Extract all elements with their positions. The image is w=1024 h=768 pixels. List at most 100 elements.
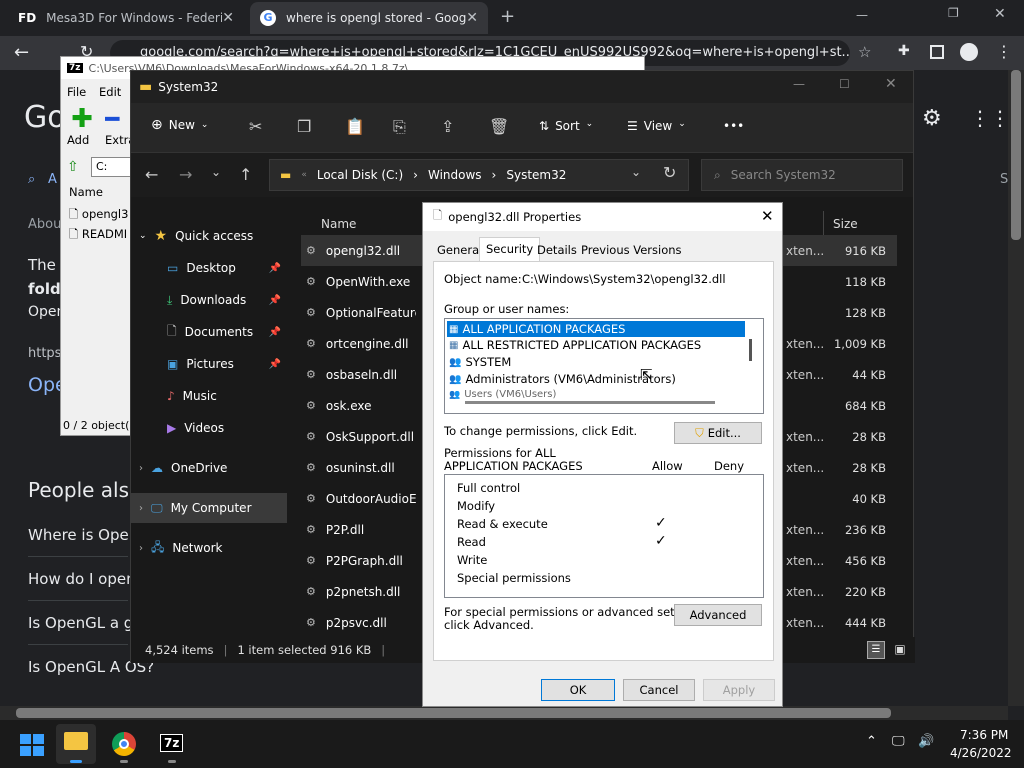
sevenzip-file-row[interactable]: 🗋 READMI: [69, 227, 127, 246]
forward-arrow-icon[interactable]: →: [179, 165, 192, 184]
nav-downloads[interactable]: ⤓ Downloads 📌: [131, 285, 287, 315]
bookmark-star-icon[interactable]: ☆: [858, 43, 871, 61]
chrome-tab-mesa[interactable]: FD Mesa3D For Windows - Federico ✕: [8, 2, 244, 34]
nav-desktop[interactable]: ▭ Desktop 📌: [131, 253, 287, 283]
search-tab-all-icon[interactable]: ⌕: [28, 172, 35, 187]
clock-date[interactable]: 4/26/2022: [950, 746, 1012, 760]
rename-icon[interactable]: ⎘: [393, 117, 406, 137]
col-divider[interactable]: [823, 211, 824, 235]
breadcrumb-windows[interactable]: Windows: [428, 168, 482, 182]
pin-icon[interactable]: 📌: [269, 295, 281, 306]
file-row[interactable]: ⚙ opengl32.dll xten... 916 KB: [306, 235, 902, 266]
minimize-button[interactable]: —: [856, 8, 868, 22]
sevenzip-col-name[interactable]: Name: [69, 185, 103, 199]
up-arrow-icon[interactable]: ↑: [239, 165, 252, 184]
ok-button[interactable]: OK: [541, 679, 615, 701]
taskbar-explorer-button[interactable]: [56, 724, 96, 764]
sevenzip-menu-file[interactable]: File: [67, 85, 86, 99]
network-status-icon[interactable]: 🖵: [892, 734, 905, 749]
file-row[interactable]: ⚙ p2psvc.dll xten... 444 KB: [306, 607, 902, 638]
file-row[interactable]: ⚙ OpenWith.exe 118 KB: [306, 266, 902, 297]
file-row[interactable]: ⚙ p2pnetsh.dll xten... 220 KB: [306, 576, 902, 607]
explorer-minimize-button[interactable]: —: [793, 77, 805, 91]
nav-documents[interactable]: 🗋 Documents 📌: [131, 317, 287, 347]
delete-icon[interactable]: 🗑: [489, 117, 509, 136]
col-header-size[interactable]: Size: [833, 217, 858, 231]
nav-videos[interactable]: ▶ Videos: [131, 413, 287, 443]
new-button[interactable]: ⊕ New ⌄: [151, 117, 208, 133]
taskbar-chrome-button[interactable]: [104, 724, 144, 764]
pin-icon[interactable]: 📌: [269, 327, 281, 338]
close-icon[interactable]: ✕: [222, 10, 234, 26]
file-row[interactable]: ⚙ OptionalFeatures. 128 KB: [306, 297, 902, 328]
copy-icon[interactable]: ❐: [297, 117, 311, 136]
file-row[interactable]: ⚙ OskSupport.dll xten... 28 KB: [306, 421, 902, 452]
sidepanel-icon[interactable]: [930, 45, 944, 59]
paa-question-1[interactable]: Where is Open: [28, 526, 138, 544]
close-button[interactable]: ✕: [994, 6, 1006, 22]
sevenzip-path-field[interactable]: C:: [91, 157, 135, 177]
cut-icon[interactable]: ✂: [249, 117, 262, 136]
search-box[interactable]: ⌕ Search System32: [701, 159, 903, 191]
paa-question-3[interactable]: Is OpenGL a g: [28, 614, 133, 632]
extensions-icon[interactable]: ✚: [898, 43, 910, 59]
scrollbar-thumb[interactable]: [1011, 70, 1021, 240]
sevenzip-extract-button[interactable]: ━ Extra: [105, 107, 133, 147]
start-windows-icon[interactable]: [20, 734, 44, 756]
file-row[interactable]: ⚙ osuninst.dll xten... 28 KB: [306, 452, 902, 483]
breadcrumb-system32[interactable]: System32: [506, 168, 566, 182]
sevenzip-add-button[interactable]: ✚ Add: [67, 106, 97, 147]
pin-icon[interactable]: 📌: [269, 263, 281, 274]
recent-locations-icon[interactable]: ⌄: [211, 165, 221, 179]
address-breadcrumb[interactable]: ▬ « Local Disk (C:) › Windows › System32: [269, 159, 689, 191]
details-view-icon[interactable]: ☰: [867, 641, 885, 659]
pin-icon[interactable]: 📌: [269, 359, 281, 370]
search-tab-all[interactable]: A: [48, 172, 57, 187]
sevenzip-menu-edit[interactable]: Edit: [99, 85, 121, 99]
file-row[interactable]: ⚙ P2P.dll xten... 236 KB: [306, 514, 902, 545]
back-arrow-icon[interactable]: ←: [145, 165, 158, 184]
paste-icon[interactable]: 📋: [345, 117, 365, 136]
dialog-close-button[interactable]: ✕: [761, 207, 774, 225]
refresh-icon[interactable]: ↻: [663, 163, 676, 182]
chrome-tab-google[interactable]: G where is opengl stored - Google ✕: [250, 2, 488, 34]
nav-network[interactable]: › 🖧 Network: [131, 533, 287, 563]
view-button[interactable]: ☰ View ⌄: [627, 119, 686, 133]
explorer-close-button[interactable]: ✕: [885, 76, 897, 92]
maximize-button[interactable]: ❐: [948, 6, 959, 20]
result-url[interactable]: https: [28, 346, 61, 361]
file-row[interactable]: ⚙ P2PGraph.dll xten... 456 KB: [306, 545, 902, 576]
new-tab-button[interactable]: +: [500, 6, 515, 27]
file-row[interactable]: ⚙ ortcengine.dll xten... 1,009 KB: [306, 328, 902, 359]
breadcrumb-local-disk[interactable]: Local Disk (C:): [317, 168, 403, 182]
paa-question-2[interactable]: How do I open: [28, 570, 136, 588]
apply-button[interactable]: Apply: [703, 679, 775, 701]
show-hidden-icons-chevron-up-icon[interactable]: ⌃: [866, 734, 877, 749]
nav-pictures[interactable]: ▣ Pictures 📌: [131, 349, 287, 379]
col-header-name[interactable]: Name: [321, 217, 356, 231]
page-vertical-scrollbar[interactable]: [1008, 70, 1024, 706]
close-icon[interactable]: ✕: [466, 10, 478, 26]
address-dropdown-icon[interactable]: ⌄: [631, 165, 641, 179]
explorer-maximize-button[interactable]: ☐: [839, 77, 850, 91]
back-icon[interactable]: ←: [14, 42, 29, 63]
clock-time[interactable]: 7:36 PM: [960, 728, 1008, 742]
more-options-button[interactable]: •••: [723, 119, 744, 133]
nav-my-computer[interactable]: › 🖵 My Computer: [131, 493, 287, 523]
nav-quick-access[interactable]: ⌄ ★ Quick access: [131, 221, 287, 251]
file-row[interactable]: ⚙ osk.exe 684 KB: [306, 390, 902, 421]
taskbar-7zip-button[interactable]: 7z: [152, 724, 192, 764]
share-icon[interactable]: ⇪: [441, 117, 454, 136]
file-row[interactable]: ⚙ OutdoorAudioEnv 40 KB: [306, 483, 902, 514]
sevenzip-file-row[interactable]: 🗋 opengl3: [69, 207, 128, 226]
settings-gear-icon[interactable]: ⚙: [922, 106, 942, 131]
sort-button[interactable]: ⇅ Sort ⌄: [539, 119, 593, 133]
cancel-button[interactable]: Cancel: [623, 679, 695, 701]
tiles-view-icon[interactable]: ▣: [891, 641, 909, 659]
volume-icon[interactable]: 🔊: [918, 734, 934, 749]
file-row[interactable]: ⚙ osbaseln.dll xten... 44 KB: [306, 359, 902, 390]
horizontal-scrollbar-thumb[interactable]: [16, 708, 891, 718]
up-folder-icon[interactable]: ⇧: [67, 159, 79, 175]
nav-music[interactable]: ♪ Music: [131, 381, 287, 411]
nav-onedrive[interactable]: › ☁ OneDrive: [131, 453, 287, 483]
